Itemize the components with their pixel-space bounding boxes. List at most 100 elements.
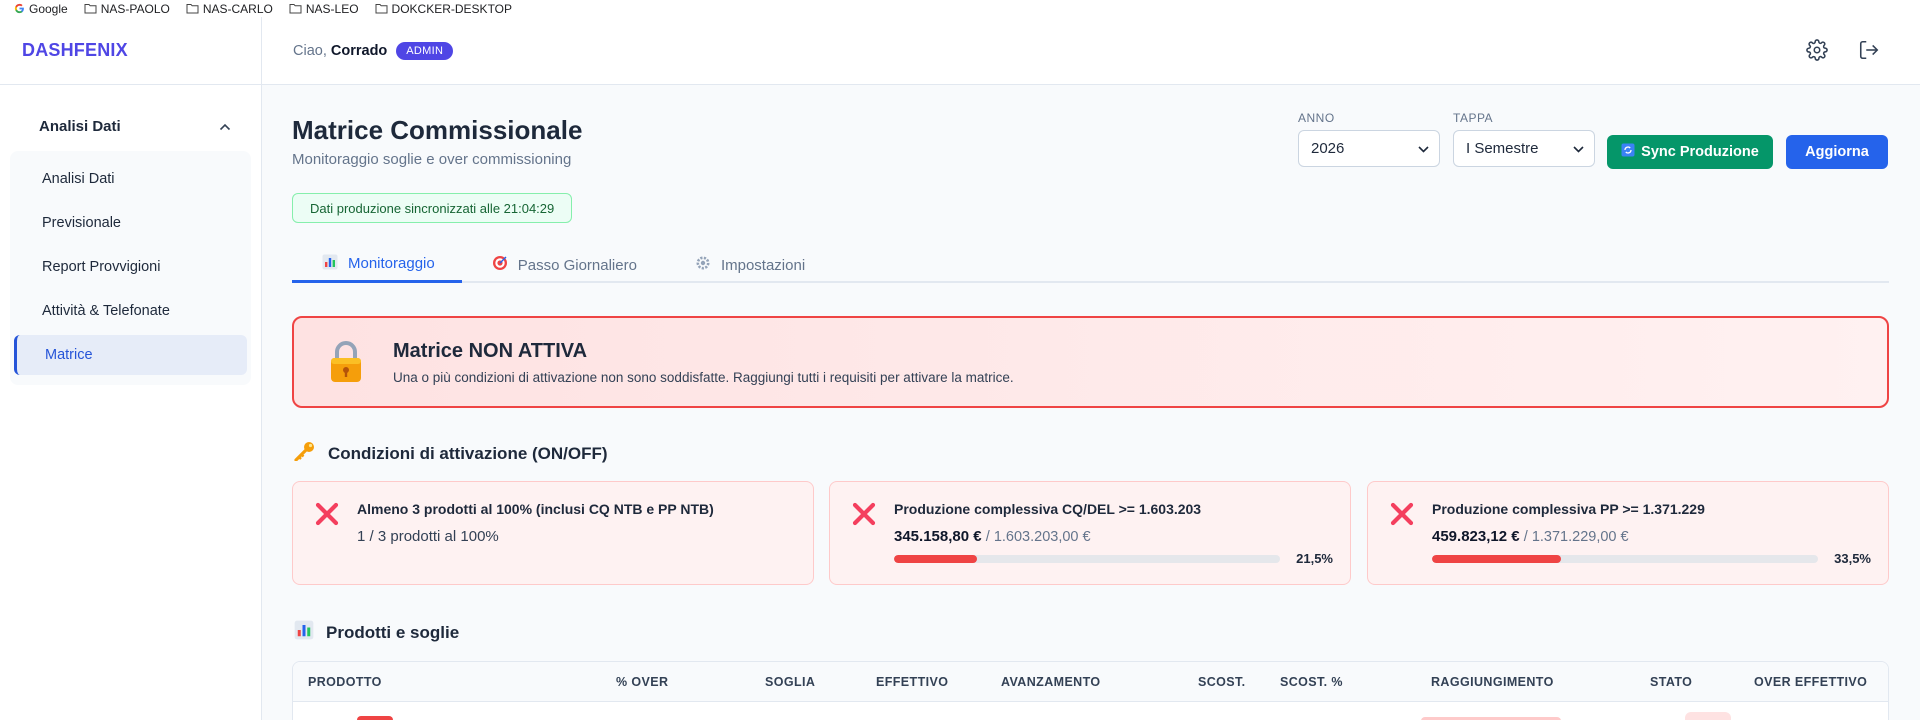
status-badge bbox=[1685, 712, 1731, 720]
column-header[interactable]: OVER EFFETTIVO bbox=[1754, 675, 1867, 689]
close-icon bbox=[852, 502, 876, 531]
target-icon bbox=[492, 255, 508, 275]
condition-target-value: / 1.371.229,00 € bbox=[1523, 529, 1629, 545]
condition-title: Produzione complessiva CQ/DEL >= 1.603.2… bbox=[894, 501, 1202, 517]
sync-icon bbox=[1621, 143, 1635, 161]
bookmark-google[interactable]: Google bbox=[14, 2, 68, 16]
column-header[interactable]: SCOST. bbox=[1198, 675, 1246, 689]
progress-bar bbox=[1432, 555, 1818, 563]
products-section-title: Prodotti e soglie bbox=[294, 620, 459, 645]
section-title-text: Condizioni di attivazione (ON/OFF) bbox=[328, 443, 608, 463]
gear-icon[interactable] bbox=[1806, 39, 1830, 63]
bookmark-nas-leo[interactable]: NAS-LEO bbox=[289, 2, 359, 16]
tab-label: Passo Giornaliero bbox=[517, 256, 637, 274]
sync-button-label: Sync Produzione bbox=[1641, 144, 1759, 160]
bookmark-nas-paolo[interactable]: NAS-PAOLO bbox=[84, 2, 170, 16]
column-header[interactable]: SCOST. % bbox=[1280, 675, 1343, 689]
bookmark-docker-desktop[interactable]: DOKCKER-DESKTOP bbox=[375, 2, 512, 16]
tab-passo-giornaliero[interactable]: Passo Giornaliero bbox=[462, 247, 665, 283]
bookmarks-bar: Google NAS-PAOLO NAS-CARLO NAS-LEO DOKCK… bbox=[0, 0, 1920, 17]
logout-icon[interactable] bbox=[1858, 39, 1882, 63]
column-header[interactable]: SOGLIA bbox=[765, 675, 815, 689]
sidebar-group-analisi-dati[interactable]: Analisi Dati bbox=[0, 101, 261, 151]
bookmark-label: Google bbox=[29, 1, 68, 16]
brand-logo[interactable]: DASHFENIX bbox=[0, 17, 261, 85]
anno-select[interactable]: 2026 bbox=[1298, 130, 1440, 167]
condition-current-value: 459.823,12 € bbox=[1432, 528, 1520, 545]
bar-chart-icon bbox=[322, 254, 338, 274]
bookmark-label: NAS-CARLO bbox=[202, 1, 273, 16]
greeting: Ciao, Corrado bbox=[293, 43, 387, 59]
tab-impostazioni[interactable]: Impostazioni bbox=[665, 247, 833, 283]
column-header[interactable]: % OVER bbox=[616, 675, 668, 689]
bookmark-label: DOKCKER-DESKTOP bbox=[391, 1, 513, 16]
role-badge: ADMIN bbox=[396, 41, 454, 60]
condition-title: Almeno 3 prodotti al 100% (inclusi CQ NT… bbox=[357, 501, 714, 517]
sidebar-item-matrice[interactable]: Matrice bbox=[14, 335, 247, 375]
condition-target-value: / 1.603.203,00 € bbox=[985, 529, 1091, 545]
sidebar-item-report-provvigioni[interactable]: Report Provvigioni bbox=[14, 247, 247, 287]
column-header[interactable]: AVANZAMENTO bbox=[1001, 675, 1101, 689]
tab-label: Monitoraggio bbox=[348, 255, 435, 272]
tab-monitoraggio[interactable]: Monitoraggio bbox=[292, 247, 462, 283]
progress-fill bbox=[1432, 555, 1562, 563]
sync-status-badge: Dati produzione sincronizzati alle 21:04… bbox=[292, 193, 573, 223]
sidebar-item-label: Report Provvigioni bbox=[42, 259, 161, 275]
folder-icon bbox=[289, 3, 302, 14]
sidebar-item-label: Previsionale bbox=[42, 215, 121, 231]
page-subtitle: Monitoraggio soglie e over commissioning bbox=[292, 151, 572, 168]
tappa-select[interactable]: I Semestre bbox=[1453, 130, 1595, 167]
top-actions bbox=[1806, 39, 1882, 63]
condition-card: Produzione complessiva CQ/DEL >= 1.603.2… bbox=[829, 481, 1351, 585]
page-title: Matrice Commissionale bbox=[292, 115, 583, 145]
condition-value: 459.823,12 € / 1.371.229,00 € bbox=[1432, 528, 1629, 545]
sidebar-item-attivita-telefonate[interactable]: Attività & Telefonate bbox=[14, 291, 247, 331]
sidebar-item-analisi-dati[interactable]: Analisi Dati bbox=[14, 159, 247, 199]
column-header[interactable]: PRODOTTO bbox=[308, 675, 382, 689]
column-header[interactable]: EFFETTIVO bbox=[876, 675, 948, 689]
filter-tappa: TAPPA I Semestre bbox=[1453, 111, 1595, 167]
sidebar-item-label: Attività & Telefonate bbox=[42, 303, 170, 319]
folder-icon bbox=[84, 3, 97, 14]
inactive-matrix-alert: Matrice NON ATTIVA Una o più condizioni … bbox=[292, 316, 1889, 408]
tappa-select-value: I Semestre bbox=[1466, 140, 1539, 157]
chevron-down-icon bbox=[1418, 140, 1429, 157]
sidebar-item-label: Analisi Dati bbox=[42, 171, 115, 187]
alert-title: Matrice NON ATTIVA bbox=[393, 340, 588, 362]
table-header: PRODOTTO % OVER SOGLIA EFFETTIVO AVANZAM… bbox=[293, 662, 1888, 702]
bar-chart-icon bbox=[294, 620, 314, 645]
folder-icon bbox=[375, 3, 388, 14]
sync-production-button[interactable]: Sync Produzione bbox=[1607, 135, 1773, 169]
filter-tappa-label: TAPPA bbox=[1453, 111, 1494, 125]
condition-title: Produzione complessiva PP >= 1.371.229 bbox=[1432, 501, 1705, 517]
condition-current-value: 345.158,80 € bbox=[894, 528, 982, 545]
section-title-text: Prodotti e soglie bbox=[326, 622, 460, 642]
tab-label: Impostazioni bbox=[720, 256, 806, 274]
condition-value: 1 / 3 prodotti al 100% bbox=[357, 528, 499, 545]
bookmark-label: NAS-LEO bbox=[305, 1, 359, 16]
sidebar-item-previsionale[interactable]: Previsionale bbox=[14, 203, 247, 243]
refresh-button[interactable]: Aggiorna bbox=[1786, 135, 1888, 169]
folder-icon bbox=[186, 3, 199, 14]
sidebar-item-label: Matrice bbox=[45, 347, 93, 363]
conditions-section-title: Condizioni di attivazione (ON/OFF) bbox=[294, 441, 608, 466]
progress-percent: 33,5% bbox=[1834, 551, 1871, 566]
close-icon bbox=[315, 502, 339, 531]
google-icon bbox=[14, 3, 25, 14]
bookmark-label: NAS-PAOLO bbox=[100, 1, 170, 16]
filter-anno-label: ANNO bbox=[1298, 111, 1335, 125]
lock-icon bbox=[329, 340, 363, 384]
filter-anno: ANNO 2026 bbox=[1298, 111, 1440, 167]
status-tag bbox=[357, 716, 393, 720]
sidebar-group-label: Analisi Dati bbox=[39, 117, 121, 135]
bookmark-nas-carlo[interactable]: NAS-CARLO bbox=[186, 2, 273, 16]
sidebar: DASHFENIX Analisi Dati Analisi Dati Prev… bbox=[0, 17, 262, 720]
column-header[interactable]: STATO bbox=[1650, 675, 1692, 689]
close-icon bbox=[1390, 502, 1414, 531]
gear-icon bbox=[695, 255, 711, 275]
anno-select-value: 2026 bbox=[1311, 140, 1345, 157]
tab-bar: Monitoraggio Passo Giornaliero Impostazi… bbox=[292, 247, 1889, 283]
column-header[interactable]: RAGGIUNGIMENTO bbox=[1431, 675, 1554, 689]
progress-fill bbox=[894, 555, 977, 563]
chevron-down-icon bbox=[1573, 140, 1584, 157]
